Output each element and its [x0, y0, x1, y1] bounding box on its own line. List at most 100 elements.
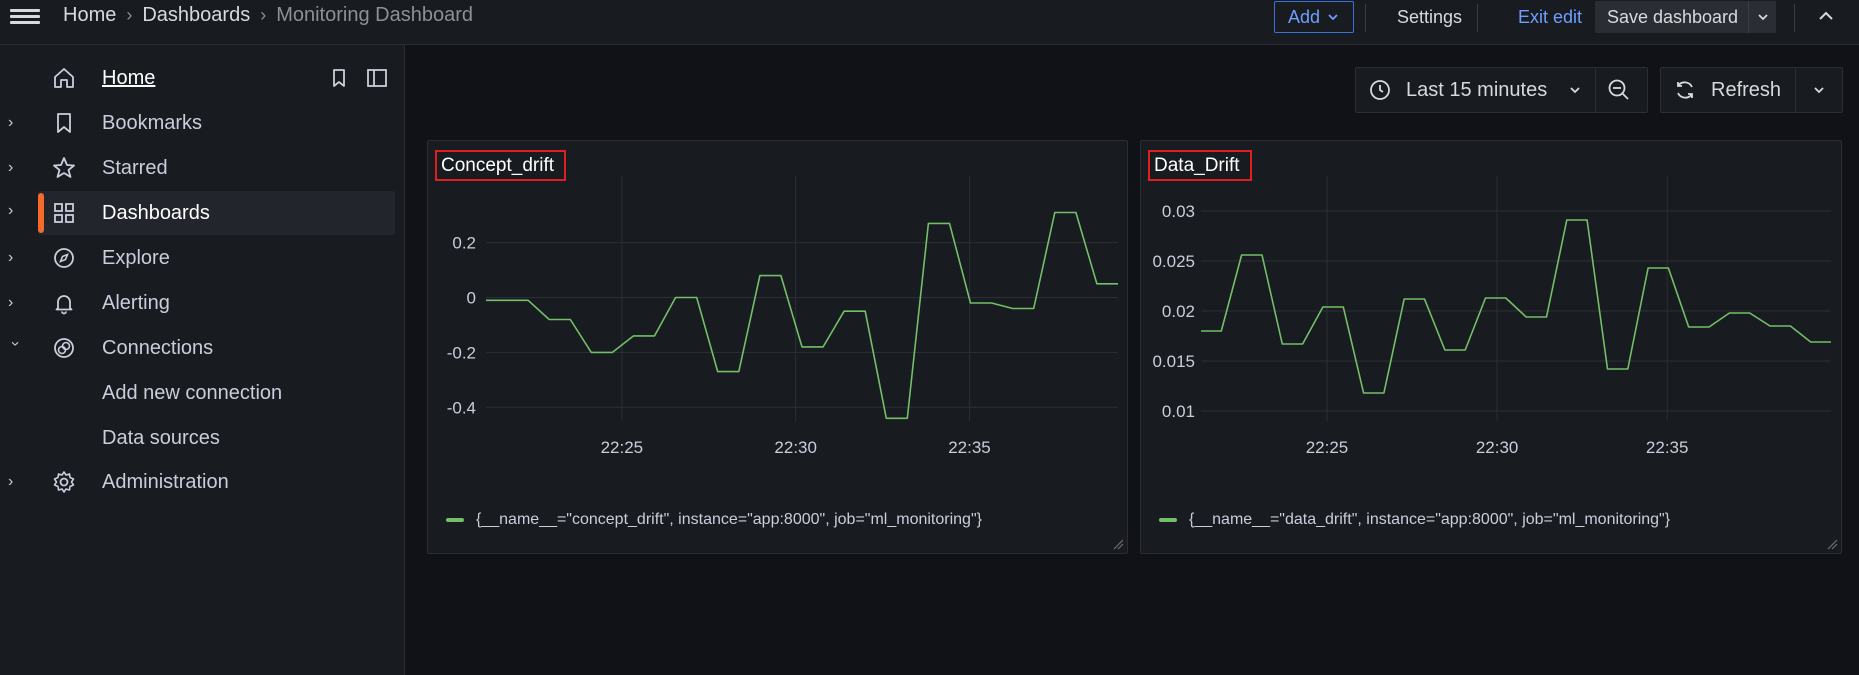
sidebar-item-label: Alerting	[102, 291, 170, 314]
add-label: Add	[1287, 6, 1321, 27]
chart-legend[interactable]: {__name__="concept_drift", instance="app…	[446, 511, 982, 529]
y-tick-label: 0.03	[1162, 202, 1195, 221]
bookmark-icon	[57, 113, 71, 133]
exit-edit-button[interactable]: Exit edit	[1490, 1, 1610, 33]
chart-legend[interactable]: {__name__="data_drift", instance="app:80…	[1159, 511, 1670, 529]
sidebar-item-administration[interactable]: › Administration	[0, 460, 395, 504]
y-tick-label: 0.025	[1152, 252, 1195, 271]
sidebar-item-label: Administration	[102, 470, 229, 493]
breadcrumb-home[interactable]: Home	[63, 4, 116, 27]
time-range-picker[interactable]: Last 15 minutes	[1355, 67, 1648, 113]
toolbar-divider	[1477, 4, 1478, 32]
compass-icon	[54, 248, 74, 268]
bell-icon	[55, 295, 73, 315]
panel-concept-drift[interactable]: 0.2 0 -0.2 -0.4 22:25 22:30 22:35 Concept_drif…	[427, 140, 1128, 554]
sidebar-item-label: Bookmarks	[102, 111, 203, 134]
sidebar-item-label: Data sources	[102, 426, 220, 449]
zoom-out-icon[interactable]	[1606, 77, 1632, 103]
x-tick-label: 22:25	[1306, 438, 1349, 457]
resize-handle-icon[interactable]	[1112, 538, 1124, 550]
sidebar: Home › Bookmarks › Starred › Dashboards …	[0, 45, 405, 675]
sidebar-item-connections[interactable]: › Connections	[0, 326, 395, 370]
collapse-header-button[interactable]	[1808, 1, 1844, 33]
breadcrumb-separator-icon: ›	[126, 5, 133, 25]
sidebar-item-label: Starred	[102, 156, 168, 179]
panel-title[interactable]: Data_Drift	[1148, 150, 1252, 181]
resize-handle-icon[interactable]	[1826, 538, 1838, 550]
sidebar-item-add-new-connection[interactable]: Add new connection	[0, 371, 395, 415]
refresh-button[interactable]: Refresh	[1661, 68, 1795, 112]
sidebar-item-bookmarks[interactable]: › Bookmarks	[0, 101, 395, 145]
star-icon	[53, 157, 75, 178]
top-bar: Home › Dashboards › Monitoring Dashboard…	[0, 0, 1859, 45]
chevron-down-icon	[1814, 87, 1824, 94]
breadcrumb-separator-icon: ›	[260, 5, 267, 25]
chevron-up-icon	[1819, 11, 1833, 20]
refresh-group: Refresh	[1660, 67, 1843, 113]
x-tick-label: 22:25	[601, 438, 644, 457]
concept-drift-chart: 0.2 0 -0.2 -0.4 22:25 22:30 22:35	[447, 176, 1118, 457]
breadcrumb-dashboards[interactable]: Dashboards	[142, 4, 250, 27]
refresh-label: Refresh	[1711, 78, 1782, 101]
x-tick-label: 22:30	[774, 438, 817, 457]
x-tick-label: 22:30	[1476, 438, 1519, 457]
chevron-right-icon[interactable]: ›	[8, 114, 22, 132]
chevron-right-icon[interactable]: ›	[8, 202, 22, 220]
connections-icon	[54, 338, 74, 358]
dashboards-grid-icon	[54, 203, 74, 223]
legend-swatch	[1159, 518, 1177, 522]
y-tick-label: 0.015	[1152, 352, 1195, 371]
save-options-button[interactable]	[1748, 1, 1776, 33]
y-tick-label: -0.2	[447, 343, 476, 362]
series-line[interactable]	[1201, 219, 1831, 394]
data-drift-chart: 0.03 0.025 0.02 0.015 0.01 22:25 22:30 22:35	[1152, 176, 1831, 457]
bookmark-icon[interactable]	[327, 66, 351, 90]
sidebar-item-starred[interactable]: › Starred	[0, 146, 395, 190]
add-button[interactable]: Add	[1274, 1, 1354, 33]
series-line[interactable]	[486, 211, 1118, 420]
legend-label: {__name__="concept_drift", instance="app…	[476, 511, 982, 528]
sidebar-item-dashboards[interactable]: Dashboards	[38, 191, 395, 235]
chevron-right-icon[interactable]: ›	[8, 159, 22, 177]
sidebar-item-label: Add new connection	[102, 381, 283, 404]
sidebar-item-home[interactable]: Home	[0, 56, 395, 100]
panel-data-drift[interactable]: 0.03 0.025 0.02 0.015 0.01 22:25 22:30 22:35 Da…	[1140, 140, 1842, 554]
chevron-right-icon[interactable]: ›	[8, 473, 22, 491]
refresh-icon	[1677, 81, 1693, 99]
dock-menu-icon[interactable]	[365, 66, 389, 90]
home-icon	[54, 68, 74, 88]
toolbar-divider	[1365, 4, 1366, 32]
toolbar-divider	[1794, 4, 1795, 32]
toolbar-divider	[1595, 67, 1597, 113]
x-tick-label: 22:35	[948, 438, 991, 457]
panel-title[interactable]: Concept_drift	[435, 150, 567, 181]
y-tick-label: 0.2	[452, 234, 476, 253]
sidebar-item-alerting[interactable]: › Alerting	[0, 281, 395, 325]
menu-icon[interactable]	[10, 6, 40, 30]
gear-icon	[53, 471, 75, 493]
sidebar-item-label: Connections	[102, 336, 214, 359]
chevron-down-icon[interactable]: ›	[6, 341, 24, 355]
sidebar-item-label: Home	[102, 66, 156, 89]
sidebar-item-data-sources[interactable]: Data sources	[0, 416, 395, 460]
refresh-interval-button[interactable]	[1796, 68, 1842, 112]
y-tick-label: -0.4	[447, 398, 476, 417]
chevron-down-icon	[1328, 14, 1338, 21]
chevron-right-icon[interactable]: ›	[8, 249, 22, 267]
sidebar-item-label: Dashboards	[102, 201, 210, 224]
sidebar-item-label: Explore	[102, 246, 170, 269]
legend-swatch	[446, 518, 464, 522]
y-tick-label: 0	[467, 289, 476, 308]
y-tick-label: 0.02	[1162, 302, 1195, 321]
sidebar-item-explore[interactable]: › Explore	[0, 236, 395, 280]
chevron-right-icon[interactable]: ›	[8, 294, 22, 312]
settings-button[interactable]: Settings	[1377, 1, 1482, 33]
legend-label: {__name__="data_drift", instance="app:80…	[1189, 511, 1671, 528]
breadcrumb-current: Monitoring Dashboard	[276, 4, 473, 26]
breadcrumb: Home › Dashboards › Monitoring Dashboard	[63, 4, 473, 27]
y-tick-label: 0.01	[1162, 402, 1195, 421]
clock-icon	[1370, 80, 1390, 100]
chevron-down-icon	[1570, 87, 1580, 94]
save-dashboard-button[interactable]: Save dashboard	[1595, 1, 1750, 33]
time-range-label: Last 15 minutes	[1406, 78, 1548, 101]
